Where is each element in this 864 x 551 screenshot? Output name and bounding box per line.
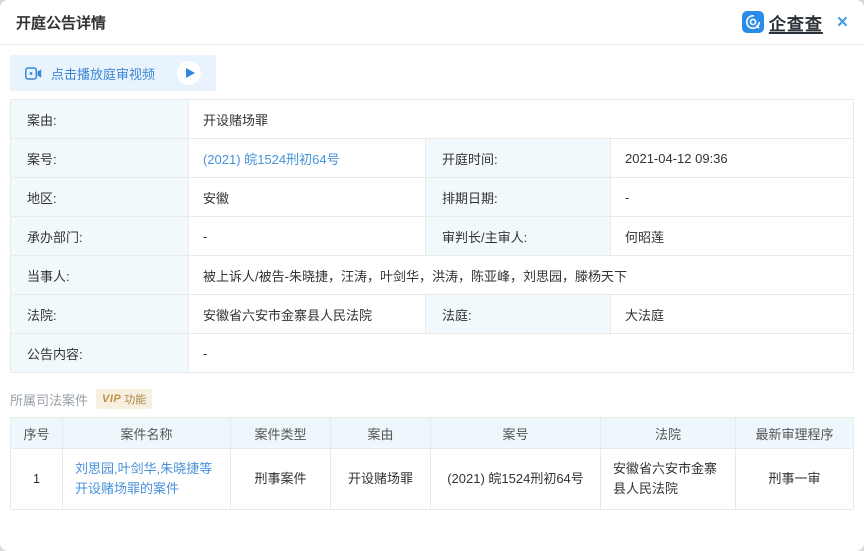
content-label: 公告内容: xyxy=(10,333,189,373)
case-reason-value: 开设赌场罪 xyxy=(188,99,854,139)
col-header-index: 序号 xyxy=(10,417,63,449)
judge-label: 审判长/主审人: xyxy=(425,216,611,256)
cases-header-row: 序号 案件名称 案件类型 案由 案号 法院 最新审理程序 xyxy=(10,417,854,449)
cell-index: 1 xyxy=(10,447,63,511)
page-title: 开庭公告详情 xyxy=(16,14,107,32)
table-row: 法院: 安徽省六安市金寨县人民法院 法庭: 大法庭 xyxy=(10,294,854,334)
table-row: 地区: 安徽 排期日期: - xyxy=(10,177,854,217)
content-value: - xyxy=(188,333,854,373)
case-reason-label: 案由: xyxy=(10,99,189,139)
cell-latest-procedure: 刑事一审 xyxy=(735,447,854,511)
vip-logo: VIP xyxy=(102,393,122,405)
vip-feature-badge[interactable]: VIP 功能 xyxy=(96,389,153,409)
department-value: - xyxy=(188,216,426,256)
col-header-case-number: 案号 xyxy=(430,417,601,449)
cell-case-type: 刑事案件 xyxy=(230,447,331,511)
brand-wordmark: 企查查 xyxy=(768,14,823,34)
modal-header: 开庭公告详情 企查查 × xyxy=(0,0,864,45)
region-label: 地区: xyxy=(10,177,189,217)
video-camera-icon xyxy=(25,66,42,80)
play-video-label: 点击播放庭审视频 xyxy=(51,66,156,82)
table-row: 承办部门: - 审判长/主审人: 何昭莲 xyxy=(10,216,854,256)
play-icon xyxy=(185,68,195,78)
case-number-label: 案号: xyxy=(10,138,189,178)
schedule-date-label: 排期日期: xyxy=(425,177,611,217)
related-cases-title: 所属司法案件 xyxy=(10,392,89,408)
courtroom-value: 大法庭 xyxy=(610,294,854,334)
col-header-case-name: 案件名称 xyxy=(62,417,231,449)
col-header-case-reason: 案由 xyxy=(330,417,431,449)
cell-court: 安徽省六安市金寨县人民法院 xyxy=(600,447,736,511)
judge-value: 何昭莲 xyxy=(610,216,854,256)
col-header-latest-procedure: 最新审理程序 xyxy=(735,417,854,449)
case-name-link[interactable]: 刘思园,叶剑华,朱晓捷等开设赌场罪的案件 xyxy=(75,461,212,496)
related-cases-table: 序号 案件名称 案件类型 案由 案号 法院 最新审理程序 1 刘思园,叶剑华,朱… xyxy=(10,417,854,511)
courtroom-label: 法庭: xyxy=(425,294,611,334)
table-row: 当事人: 被上诉人/被告-朱晓捷，汪涛，叶剑华，洪涛，陈亚峰，刘思园，滕杨天下 xyxy=(10,255,854,295)
col-header-case-type: 案件类型 xyxy=(230,417,331,449)
court-label: 法院: xyxy=(10,294,189,334)
play-trial-video-banner[interactable]: 点击播放庭审视频 xyxy=(10,55,217,91)
qichacha-logo-icon xyxy=(741,11,764,33)
table-row: 1 刘思园,叶剑华,朱晓捷等开设赌场罪的案件 刑事案件 开设赌场罪 (2021)… xyxy=(10,447,854,511)
play-button[interactable] xyxy=(177,61,202,85)
table-row: 案由: 开设赌场罪 xyxy=(10,99,854,139)
department-label: 承办部门: xyxy=(10,216,189,256)
col-header-court: 法院 xyxy=(600,417,736,449)
table-row: 公告内容: - xyxy=(10,333,854,373)
related-cases-section-header: 所属司法案件 VIP 功能 xyxy=(10,389,854,409)
table-row: 案号: (2021) 皖1524刑初64号 开庭时间: 2021-04-12 0… xyxy=(10,138,854,178)
cell-case-reason: 开设赌场罪 xyxy=(330,447,431,511)
region-value: 安徽 xyxy=(188,177,426,217)
modal-body: 点击播放庭审视频 案由: 开设赌场罪 案号: (2021) 皖1524刑初64号… xyxy=(0,45,864,520)
vip-badge-label: 功能 xyxy=(124,394,147,406)
header-right: 企查查 × xyxy=(741,10,848,35)
court-value: 安徽省六安市金寨县人民法院 xyxy=(188,294,426,334)
hearing-time-value: 2021-04-12 09:36 xyxy=(610,138,854,178)
schedule-date-value: - xyxy=(610,177,854,217)
logo-glyph-icon xyxy=(745,15,760,29)
parties-value: 被上诉人/被告-朱晓捷，汪涛，叶剑华，洪涛，陈亚峰，刘思园，滕杨天下 xyxy=(188,255,854,295)
hearing-announcement-modal: 开庭公告详情 企查查 × 点击播放庭审视频 案由: 开设赌场罪 案号: (202… xyxy=(0,0,864,551)
close-icon[interactable]: × xyxy=(837,13,848,32)
case-number-link[interactable]: (2021) 皖1524刑初64号 xyxy=(203,152,340,167)
parties-label: 当事人: xyxy=(10,255,189,295)
hearing-time-label: 开庭时间: xyxy=(425,138,611,178)
cell-case-number: (2021) 皖1524刑初64号 xyxy=(430,447,601,511)
announcement-detail-table: 案由: 开设赌场罪 案号: (2021) 皖1524刑初64号 开庭时间: 20… xyxy=(10,99,854,373)
